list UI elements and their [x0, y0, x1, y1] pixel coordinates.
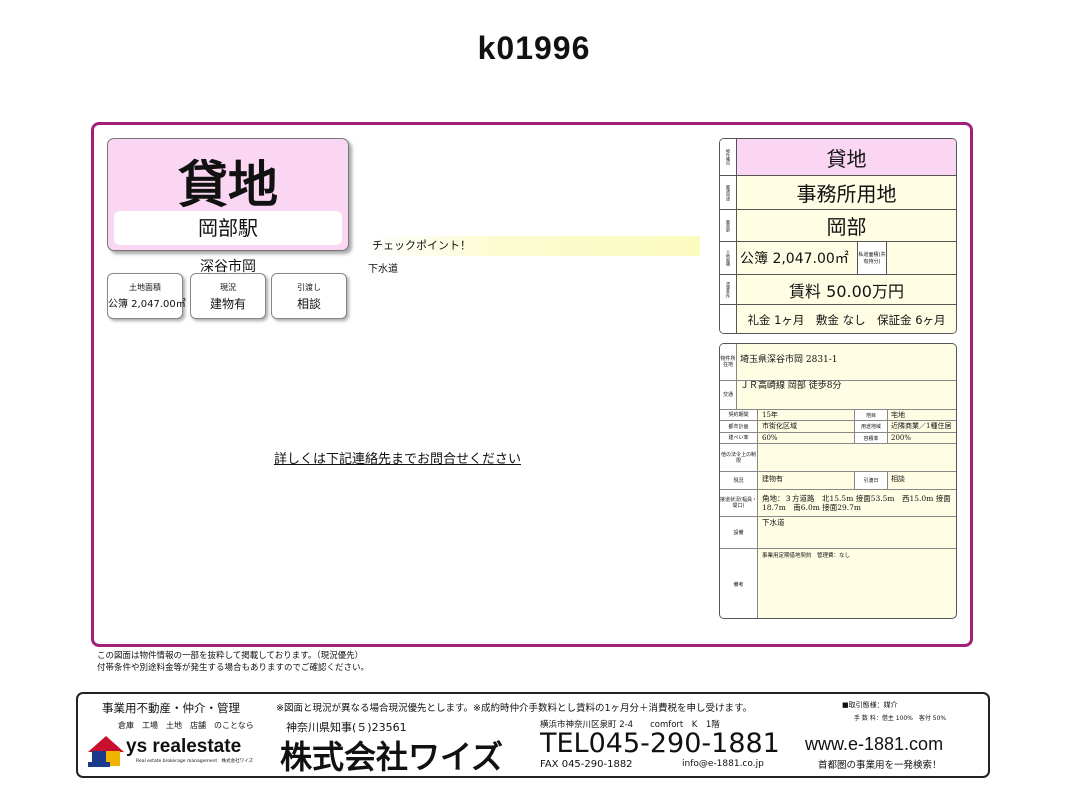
detail-row-traffic: 交通 ＪＲ高崎線 岡部 徒歩8分 — [720, 381, 956, 410]
detail-chimoku-label: 地目 — [854, 410, 888, 420]
page-title: k01996 — [477, 30, 591, 66]
detail-zone-label: 用途地域 — [854, 421, 888, 432]
current-status-value: 建物有 — [209, 297, 246, 311]
footer-logo-text: ys realestate — [126, 736, 242, 757]
summary-table: 物件種目 貸地 最適用途 事務所用地 最寄駅 岡部 土地面積 公簿 2,047.… — [719, 138, 957, 334]
footer-notice: ※図面と現況が異なる場合現況優先とします。※成約時仲介手数料とし賃料の1ヶ月分＋… — [276, 703, 753, 714]
summary-rent: 賃料 50.00万円 — [789, 281, 904, 301]
current-status-box: 現況 建物有 — [190, 273, 266, 319]
footer-web[interactable]: www.e-1881.com — [805, 734, 943, 755]
detail-address-label: 物件所在地 — [720, 344, 737, 380]
footer-deal: ■取引態様：媒介 — [842, 701, 898, 709]
handover-value: 相談 — [296, 297, 321, 311]
detail-address: 埼玉県深谷市岡 2831-1 — [740, 355, 838, 365]
summary-row-land: 土地面積 公簿 2,047.00㎡ 私道面積(共有持分) — [720, 242, 956, 275]
detail-law-label: 他の法令上の制限 — [720, 444, 758, 471]
detail-road-label: 接道状況(幅員・間口) — [720, 490, 758, 516]
detail-current-label: 現況 — [720, 472, 758, 489]
footer-tel: TEL045-290-1881 — [540, 728, 780, 759]
current-status-label: 現況 — [220, 283, 236, 292]
detail-remarks-label: 備考 — [720, 549, 758, 618]
summary-side-label: 土地面積 — [720, 242, 737, 274]
summary-row-station: 最寄駅 岡部 — [720, 210, 956, 242]
detail-row-plan: 都市計画 市街化区域 用途地域 近隣商業／1種住居 — [720, 421, 956, 433]
checkpoint-text: 下水道 — [368, 264, 398, 275]
detail-row-remarks: 備考 事業用定期借地契約 管理費：なし — [720, 549, 956, 618]
detail-facility-label: 設備 — [720, 517, 758, 548]
detail-road: 角地：３方道路 北15.5m 接面53.5m 西15.0m 接面18.7m 南6… — [762, 494, 951, 512]
company-footer: 事業用不動産・仲介・管理 倉庫 工場 土地 店舗 のことなら ys reales… — [76, 692, 990, 778]
detail-far-label: 容積率 — [854, 433, 888, 443]
footer-fax: FAX 045-290-1882 — [540, 759, 633, 770]
footer-logo-sub: Real estate brokerage management 株式会社ワイズ — [136, 759, 253, 764]
detail-chimoku: 宅地 — [891, 411, 905, 419]
detail-far: 200% — [891, 434, 912, 442]
detail-row-law: 他の法令上の制限 — [720, 444, 956, 472]
detail-remarks: 事業用定期借地契約 管理費：なし — [762, 553, 851, 559]
detail-traffic: ＪＲ高崎線 岡部 徒歩8分 — [740, 381, 842, 391]
detail-bcr-label: 建ぺい率 — [720, 433, 758, 443]
detail-zone: 近隣商業／1種住居 — [891, 422, 952, 430]
disclaimer-notes: この図面は物件情報の一部を抜粋して掲載しております。（現況優先） 付帯条件や別途… — [97, 650, 369, 674]
detail-traffic-label: 交通 — [720, 381, 737, 409]
summary-terms: 礼金 1ヶ月 敷金 なし 保証金 6ヶ月 — [747, 313, 946, 327]
summary-private-road: 私道面積(共有持分) — [857, 242, 887, 274]
detail-row-road: 接道状況(幅員・間口) 角地：３方道路 北15.5m 接面53.5m 西15.0… — [720, 490, 956, 517]
company-logo-icon — [86, 734, 126, 772]
detail-row-current: 現況 建物有 引渡日 相談 — [720, 472, 956, 490]
summary-row-rent: 賃貸条件 賃料 50.00万円 — [720, 275, 956, 305]
summary-row-terms: 礼金 1ヶ月 敷金 なし 保証金 6ヶ月 — [720, 305, 956, 333]
note-line: この図面は物件情報の一部を抜粋して掲載しております。（現況優先） — [97, 651, 364, 661]
footer-company-name: 株式会社ワイズ — [280, 738, 504, 776]
summary-use: 事務所用地 — [796, 182, 897, 206]
summary-type: 貸地 — [826, 146, 867, 171]
detail-table: 物件所在地 埼玉県深谷市岡 2831-1 交通 ＪＲ高崎線 岡部 徒歩8分 契約… — [719, 343, 957, 619]
detail-handover-label: 引渡日 — [854, 472, 888, 489]
handover-box: 引渡し 相談 — [271, 273, 347, 319]
summary-land-area: 公簿 2,047.00㎡ — [740, 251, 849, 267]
detail-handover: 相談 — [891, 475, 905, 483]
summary-side-label: 最寄駅 — [720, 210, 737, 241]
detail-row-term: 契約期間 15年 地目 宅地 — [720, 410, 956, 421]
detail-row-facility: 設備 下水道 — [720, 517, 956, 549]
footer-email[interactable]: info@e-1881.co.jp — [682, 759, 764, 769]
note-line: 付帯条件や別途料金等が発生する場合もありますのでご確認ください。 — [97, 663, 370, 673]
summary-side-blank — [720, 305, 737, 333]
summary-side-label: 賃貸条件 — [720, 275, 737, 304]
summary-row-type: 物件種目 貸地 — [720, 139, 956, 176]
land-area-value: 公簿 2,047.00㎡ — [108, 299, 186, 310]
checkpoint-heading: チェックポイント！ — [368, 236, 700, 256]
handover-label: 引渡し — [297, 283, 321, 292]
footer-web-sub: 首都圏の事業用を一発検索！ — [818, 760, 942, 771]
property-type-label: 貸地 — [178, 156, 278, 214]
detail-term-label: 契約期間 — [720, 410, 758, 420]
summary-row-use: 最適用途 事務所用地 — [720, 176, 956, 210]
detail-facility: 下水道 — [762, 518, 785, 527]
summary-station: 岡部 — [826, 215, 867, 239]
detail-plan-label: 都市計画 — [720, 421, 758, 432]
detail-row-ratio: 建ぺい率 60% 容積率 200% — [720, 433, 956, 444]
footer-business: 事業用不動産・仲介・管理 — [102, 701, 240, 715]
summary-side-label: 最適用途 — [720, 176, 737, 209]
contact-link[interactable]: 詳しくは下記連絡先までお問合せください — [274, 448, 521, 467]
land-area-label: 土地面積 — [129, 283, 161, 292]
detail-row-address: 物件所在地 埼玉県深谷市岡 2831-1 — [720, 344, 956, 381]
station-box: 岡部駅 — [114, 211, 342, 245]
footer-business-sub: 倉庫 工場 土地 店舗 のことなら — [118, 721, 254, 730]
land-area-box: 土地面積 公簿 2,047.00㎡ — [107, 273, 186, 319]
footer-fee: 手 数 料：借主 100% 客付 50% — [854, 715, 947, 722]
property-type-card: 貸地 岡部駅 — [107, 138, 349, 251]
summary-side-label: 物件種目 — [720, 139, 737, 175]
